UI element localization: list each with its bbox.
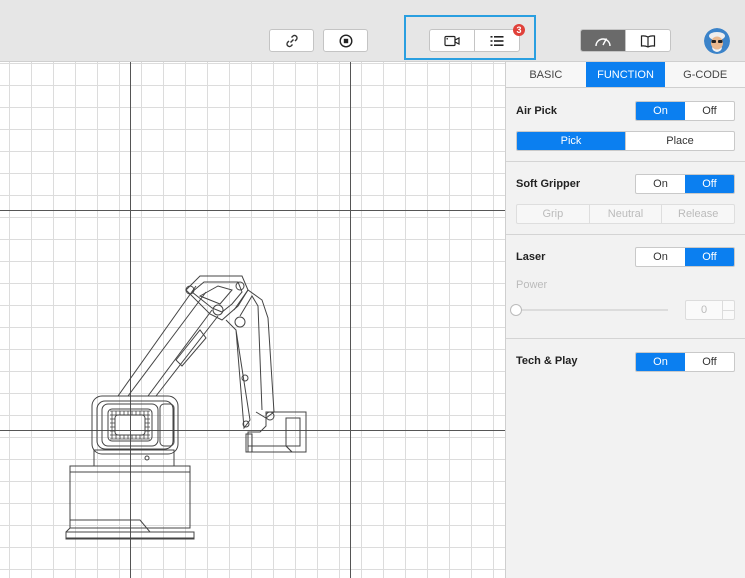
book-button[interactable] — [625, 30, 670, 51]
power-number-input[interactable]: 0 — [685, 300, 735, 320]
soft-gripper-toggle: On Off — [635, 174, 735, 194]
camera-list-group — [429, 29, 520, 52]
power-slider-track[interactable] — [516, 309, 668, 311]
tab-function[interactable]: FUNCTION — [585, 62, 666, 87]
neutral-button[interactable]: Neutral — [588, 205, 662, 223]
list-button[interactable] — [474, 30, 519, 51]
robot-arm-drawing — [65, 275, 307, 540]
tab-basic[interactable]: BASIC — [506, 62, 586, 87]
panel-tabs: BASIC FUNCTION G-CODE — [506, 62, 745, 88]
air-pick-section: Air Pick On Off Pick Place — [506, 88, 745, 162]
avatar-icon — [704, 28, 730, 54]
workspace-canvas[interactable] — [0, 62, 505, 578]
stop-button[interactable] — [323, 29, 368, 52]
function-panel: BASIC FUNCTION G-CODE Air Pick On Off Pi… — [505, 62, 745, 578]
tech-play-section: Tech & Play On Off — [506, 339, 745, 419]
speed-button[interactable] — [581, 30, 625, 51]
power-label: Power — [516, 279, 548, 291]
place-button[interactable]: Place — [625, 132, 734, 150]
notification-badge: 3 — [513, 24, 525, 36]
air-pick-toggle: On Off — [635, 101, 735, 121]
top-toolbar: 3 — [0, 0, 745, 62]
soft-gripper-title: Soft Gripper — [516, 178, 581, 190]
air-pick-on-button[interactable]: On — [636, 102, 685, 120]
laser-title: Laser — [516, 251, 546, 263]
grip-mode-group: Grip Neutral Release — [516, 204, 735, 224]
pick-button[interactable]: Pick — [517, 132, 625, 150]
air-pick-off-button[interactable]: Off — [685, 102, 734, 120]
video-camera-icon — [444, 35, 460, 46]
soft-gripper-off-button[interactable]: Off — [685, 175, 734, 193]
camera-button[interactable] — [430, 30, 474, 51]
release-button[interactable]: Release — [661, 205, 734, 223]
user-avatar[interactable] — [704, 28, 730, 54]
grip-button[interactable]: Grip — [517, 205, 589, 223]
stop-icon — [338, 33, 353, 48]
soft-gripper-on-button[interactable]: On — [636, 175, 685, 193]
power-stepper[interactable] — [722, 301, 734, 319]
tab-gcode[interactable]: G-CODE — [665, 62, 745, 87]
soft-gripper-section: Soft Gripper On Off Grip Neutral Release — [506, 162, 745, 235]
power-slider-thumb[interactable] — [510, 304, 522, 316]
tech-play-title: Tech & Play — [516, 355, 578, 367]
power-value: 0 — [700, 304, 708, 316]
list-icon — [490, 35, 504, 46]
laser-section: Laser On Off Power 0 — [506, 235, 745, 339]
tech-play-off-button[interactable]: Off — [685, 353, 734, 371]
laser-on-button[interactable]: On — [636, 248, 685, 266]
tech-play-toggle: On Off — [635, 352, 735, 372]
laser-off-button[interactable]: Off — [685, 248, 734, 266]
pick-place-group: Pick Place — [516, 131, 735, 151]
book-icon — [640, 34, 656, 48]
link-icon — [285, 34, 298, 47]
laser-toggle: On Off — [635, 247, 735, 267]
mode-group — [580, 29, 671, 52]
tech-play-on-button[interactable]: On — [636, 353, 685, 371]
gauge-icon — [595, 37, 611, 46]
connect-button[interactable] — [269, 29, 314, 52]
air-pick-title: Air Pick — [516, 105, 557, 117]
